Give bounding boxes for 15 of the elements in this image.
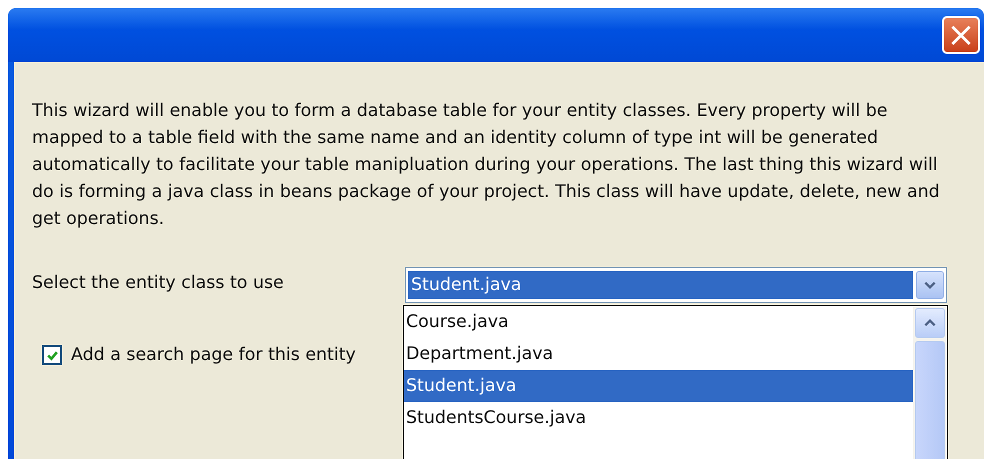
scroll-up-button[interactable] <box>915 308 945 338</box>
dropdown-option[interactable]: StudentsCourse.java <box>404 402 913 434</box>
description-text: This wizard will enable you to form a database table for your entity classes. Every property will be mapped to a table field with the same name and an identity column of type int will be generated automatically to facilitate your table manipluation during your operations. The last thing this wizard will do is forming a java class in beans package of your project. This class will have update, delete, new and get operations. <box>32 100 941 231</box>
search-page-label: Add a search page for this entity <box>71 345 356 365</box>
dropdown-option[interactable]: Course.java <box>404 306 913 338</box>
entity-class-dropdown[interactable]: Student.java <box>405 267 947 303</box>
check-icon <box>46 348 58 362</box>
dropdown-option[interactable]: Department.java <box>404 338 913 370</box>
close-button[interactable]: × <box>942 16 980 54</box>
scrollbar-thumb[interactable] <box>915 341 945 459</box>
dropdown-option[interactable]: Student.java <box>404 370 913 402</box>
entity-class-label: Select the entity class to use <box>32 273 285 293</box>
checkbox[interactable] <box>42 345 62 365</box>
selected-value: Student.java <box>408 271 913 299</box>
dropdown-button[interactable] <box>916 271 944 299</box>
